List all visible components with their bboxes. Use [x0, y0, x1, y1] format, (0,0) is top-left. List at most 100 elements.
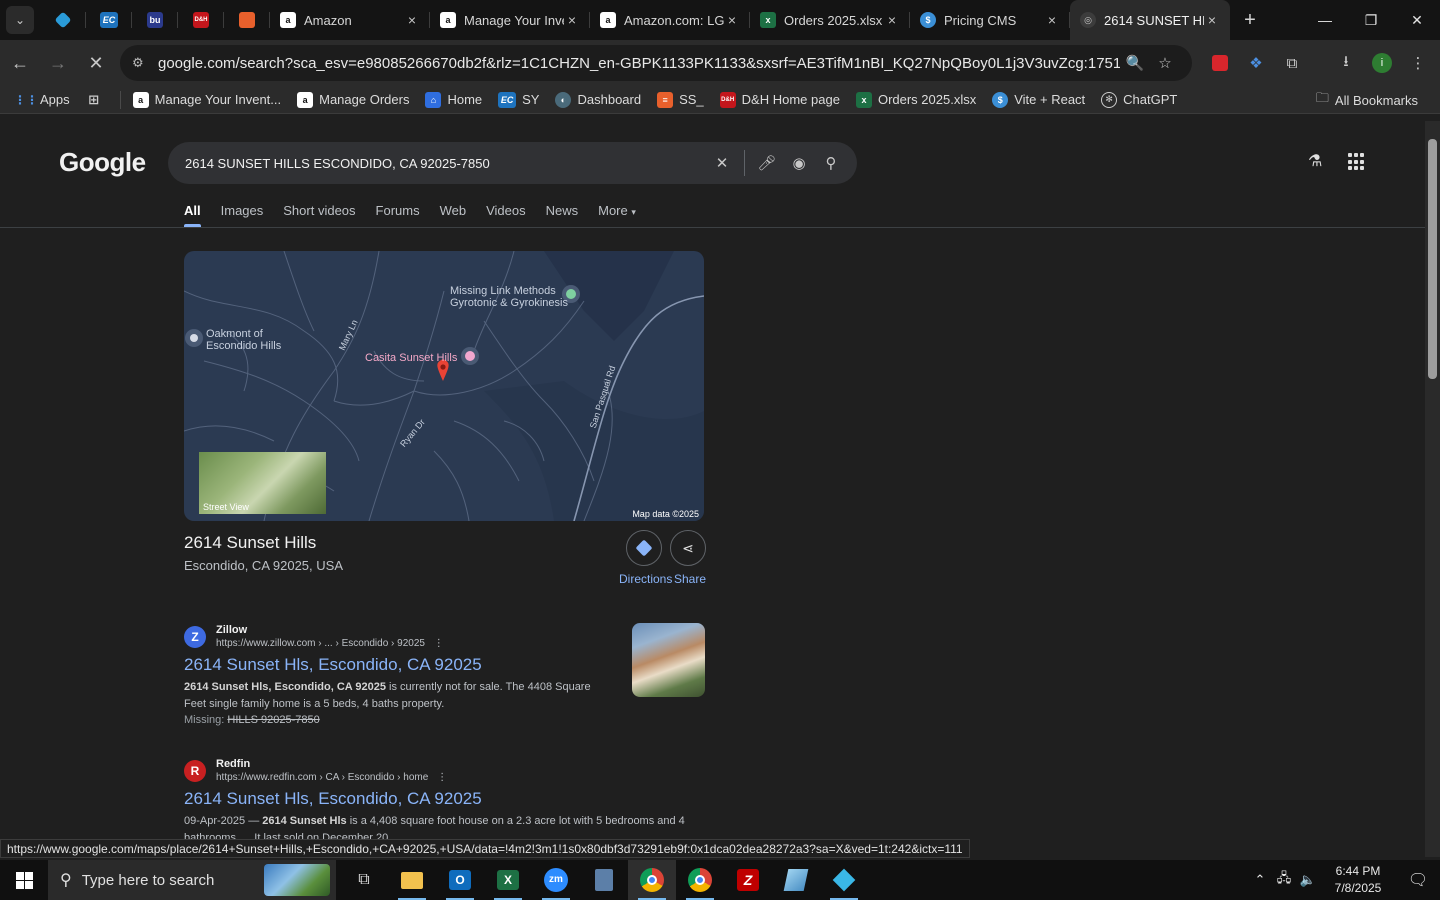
- tab-images[interactable]: Images: [221, 203, 264, 227]
- pinned-tab-4[interactable]: D&H: [178, 0, 224, 40]
- street-view-thumbnail[interactable]: Street View: [199, 452, 326, 514]
- lens-camera-icon[interactable]: ◉: [783, 154, 815, 172]
- clock[interactable]: 6:44 PM 7/8/2025: [1320, 863, 1396, 897]
- bookmark-home[interactable]: ⌂ Home: [417, 88, 490, 112]
- bookmark-orders-xlsx[interactable]: x Orders 2025.xlsx: [848, 88, 984, 112]
- bookmark-manage-orders[interactable]: a Manage Orders: [289, 88, 417, 112]
- chevron-up-icon[interactable]: ⌃: [1248, 872, 1272, 888]
- minimize-icon[interactable]: —: [1302, 0, 1348, 40]
- microphone-icon[interactable]: 🎤︎: [751, 154, 783, 172]
- tab-amazon-lg[interactable]: a Amazon.com: LG ×: [590, 0, 750, 40]
- close-window-icon[interactable]: ✕: [1394, 0, 1440, 40]
- tab-amazon[interactable]: a Amazon ×: [270, 0, 430, 40]
- result-title-link[interactable]: 2614 Sunset Hls, Escondido, CA 92025: [184, 789, 724, 809]
- menu-kebab-icon[interactable]: ⋮: [1400, 45, 1436, 81]
- bookmark-manage-inventory[interactable]: a Manage Your Invent...: [125, 88, 289, 112]
- result-site-info[interactable]: R Redfin https://www.redfin.com › CA › E…: [184, 758, 724, 783]
- zoom-icon[interactable]: 🔍: [1120, 54, 1150, 72]
- tab-short-videos[interactable]: Short videos: [283, 203, 355, 227]
- share-label[interactable]: Share: [674, 572, 706, 586]
- map-preview[interactable]: Missing Link Methods Gyrotonic & Gyrokin…: [184, 251, 704, 521]
- calculator-icon[interactable]: [580, 860, 628, 900]
- vscode-like-icon[interactable]: [820, 860, 868, 900]
- bookmark-chatgpt[interactable]: ✻ ChatGPT: [1093, 88, 1185, 112]
- close-icon[interactable]: ×: [1204, 12, 1220, 28]
- all-bookmarks[interactable]: 🗀 All Bookmarks: [1308, 88, 1426, 112]
- tab-google-search[interactable]: ◎ 2614 SUNSET HILLS ×: [1070, 0, 1230, 40]
- map-label-missing-link[interactable]: Missing Link Methods Gyrotonic & Gyrokin…: [450, 285, 568, 309]
- map-label-oakmont[interactable]: Oakmont of Escondido Hills: [206, 328, 281, 352]
- tab-manage-inventory[interactable]: a Manage Your Inventory ×: [430, 0, 590, 40]
- labs-flask-icon[interactable]: ⚗: [1308, 151, 1322, 171]
- pinned-tab-1[interactable]: [40, 0, 86, 40]
- download-icon[interactable]: ⭳: [1328, 45, 1364, 81]
- bookmark-star-icon[interactable]: ☆: [1150, 54, 1180, 72]
- pinned-tab-3[interactable]: bu: [132, 0, 178, 40]
- search-icon[interactable]: ⚲: [815, 154, 847, 172]
- tab-search-button[interactable]: ⌄: [6, 6, 34, 34]
- bookmark-dashboard[interactable]: ◐ Dashboard: [547, 88, 649, 112]
- map-label-casita[interactable]: Casita Sunset Hills: [365, 352, 457, 364]
- blue-extension-icon[interactable]: ❖: [1238, 45, 1274, 81]
- search-input[interactable]: 2614 SUNSET HILLS ESCONDIDO, CA 92025-78…: [185, 156, 706, 171]
- close-icon[interactable]: ×: [564, 12, 580, 28]
- tab-pricing-cms[interactable]: $ Pricing CMS ×: [910, 0, 1070, 40]
- excel-app-icon[interactable]: X: [484, 860, 532, 900]
- taskbar-search-input[interactable]: Type here to search: [82, 872, 215, 889]
- result-thumbnail-house[interactable]: [632, 623, 705, 697]
- directions-button[interactable]: [626, 530, 662, 566]
- back-icon[interactable]: ←: [2, 45, 38, 81]
- stop-loading-icon[interactable]: ✕: [78, 45, 114, 81]
- chrome-profile-icon[interactable]: [676, 860, 724, 900]
- share-button[interactable]: ⋖: [670, 530, 706, 566]
- site-info-icon[interactable]: ⚙: [132, 55, 152, 71]
- volume-icon[interactable]: 🔈: [1296, 872, 1320, 888]
- zoom-app-icon[interactable]: zm: [532, 860, 580, 900]
- filezilla-icon[interactable]: Z: [724, 860, 772, 900]
- tab-all[interactable]: All: [184, 203, 201, 227]
- close-icon[interactable]: ×: [724, 12, 740, 28]
- tab-news[interactable]: News: [546, 203, 579, 227]
- close-icon[interactable]: ×: [1044, 12, 1060, 28]
- page-scrollbar[interactable]: [1425, 121, 1440, 857]
- chrome-icon[interactable]: [628, 860, 676, 900]
- start-button[interactable]: [0, 860, 48, 900]
- file-explorer-icon[interactable]: [388, 860, 436, 900]
- network-icon[interactable]: 🖧: [1272, 869, 1296, 891]
- new-tab-button[interactable]: +: [1234, 4, 1266, 36]
- bookmark-ss[interactable]: ≡ SS_: [649, 88, 712, 112]
- kebab-icon[interactable]: ⋮: [437, 772, 447, 783]
- kebab-icon[interactable]: ⋮: [434, 638, 444, 649]
- tab-videos[interactable]: Videos: [486, 203, 526, 227]
- taskbar-search[interactable]: ⚲ Type here to search: [48, 860, 336, 900]
- search-box[interactable]: 2614 SUNSET HILLS ESCONDIDO, CA 92025-78…: [168, 142, 857, 184]
- pinned-tab-5[interactable]: [224, 0, 270, 40]
- red-extension-icon[interactable]: [1202, 45, 1238, 81]
- forward-icon[interactable]: →: [40, 45, 76, 81]
- tab-web[interactable]: Web: [440, 203, 467, 227]
- bookmark-sy[interactable]: EC SY: [490, 88, 547, 112]
- bookmark-apps[interactable]: ⋮⋮ Apps: [10, 88, 78, 112]
- directions-label[interactable]: Directions: [619, 572, 672, 586]
- close-icon[interactable]: ×: [404, 12, 420, 28]
- restore-icon[interactable]: ❐: [1348, 0, 1394, 40]
- bookmark-tab-groups[interactable]: ⊞: [78, 88, 116, 112]
- bookmark-vite-react[interactable]: $ Vite + React: [984, 88, 1093, 112]
- notifications-icon[interactable]: 🗨: [1396, 870, 1440, 890]
- close-icon[interactable]: ×: [884, 12, 900, 28]
- scrollbar-thumb[interactable]: [1428, 139, 1437, 379]
- bookmark-dh-home[interactable]: D&H D&H Home page: [712, 88, 848, 112]
- tab-more[interactable]: More ▾: [598, 203, 636, 227]
- clear-icon[interactable]: ✕: [706, 154, 738, 172]
- profile-avatar[interactable]: i: [1364, 45, 1400, 81]
- address-bar[interactable]: ⚙ google.com/search?sca_esv=e98085266670…: [120, 45, 1192, 81]
- pinned-tab-2[interactable]: EC: [86, 0, 132, 40]
- outlook-icon[interactable]: O: [436, 860, 484, 900]
- tab-forums[interactable]: Forums: [376, 203, 420, 227]
- tab-orders-xlsx[interactable]: x Orders 2025.xlsx ×: [750, 0, 910, 40]
- puzzle-icon[interactable]: ⧉: [1274, 45, 1310, 81]
- task-view-icon[interactable]: ⧉: [340, 860, 388, 900]
- notes-app-icon[interactable]: [772, 860, 820, 900]
- google-logo[interactable]: Google: [59, 147, 146, 178]
- google-apps-icon[interactable]: [1348, 153, 1366, 171]
